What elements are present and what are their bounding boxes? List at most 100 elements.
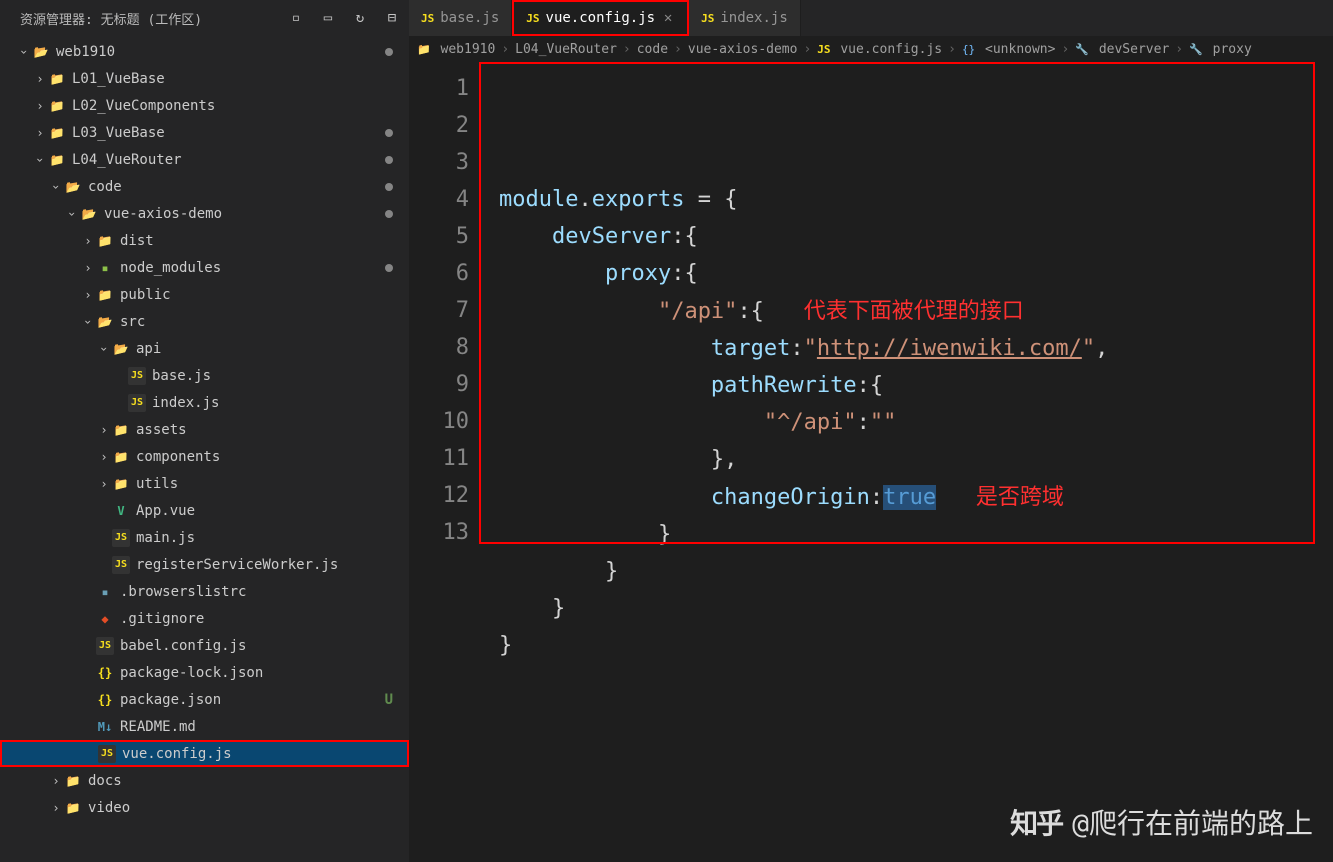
chevron-icon: ›: [50, 774, 62, 788]
tree-label: dist: [120, 233, 154, 249]
new-file-icon[interactable]: ▫: [287, 9, 305, 27]
tree-item-docs[interactable]: ›📁docs: [0, 767, 409, 794]
breadcrumb-item[interactable]: JS vue.config.js: [817, 42, 942, 57]
breadcrumb-item[interactable]: 📁 web1910: [417, 42, 495, 57]
code-content[interactable]: module.exports = { devServer:{ proxy:{ "…: [489, 62, 1333, 862]
root-icon: 📂: [32, 43, 50, 61]
tree-label: babel.config.js: [120, 638, 246, 654]
tree-item-main-js[interactable]: JSmain.js: [0, 524, 409, 551]
tree-item--browserslistrc[interactable]: ▪.browserslistrc: [0, 578, 409, 605]
chevron-icon: ›: [98, 477, 110, 491]
tree-item-public[interactable]: ›📁public: [0, 281, 409, 308]
code-line: }: [499, 553, 1333, 590]
tree-item-code[interactable]: ›📂code: [0, 173, 409, 200]
tree-item-api[interactable]: ›📂api: [0, 335, 409, 362]
line-number: 13: [409, 514, 469, 551]
breadcrumb-item[interactable]: L04_VueRouter: [515, 42, 617, 57]
tree-item-video[interactable]: ›📁video: [0, 794, 409, 821]
modified-dot-icon: [385, 129, 393, 137]
tree-item-registerserviceworker-js[interactable]: JSregisterServiceWorker.js: [0, 551, 409, 578]
tree-label: utils: [136, 476, 178, 492]
breadcrumb-item[interactable]: vue-axios-demo: [688, 42, 798, 57]
tree-item--gitignore[interactable]: ◆.gitignore: [0, 605, 409, 632]
modified-dot-icon: [385, 210, 393, 218]
tree-item-node-modules[interactable]: ›▪node_modules: [0, 254, 409, 281]
tree-item-package-lock-json[interactable]: {}package-lock.json: [0, 659, 409, 686]
folder-icon: 📁: [48, 70, 66, 88]
js-icon: JS: [817, 43, 830, 56]
tab-index-js[interactable]: JSindex.js: [689, 0, 801, 36]
breadcrumb-item[interactable]: 🔧 devServer: [1075, 42, 1169, 57]
breadcrumb-item[interactable]: code: [637, 42, 668, 57]
file-tree: ›📂web1910›📁L01_VueBase›📁L02_VueComponent…: [0, 36, 409, 862]
tree-label: package.json: [120, 692, 221, 708]
folder-icon: 📁: [417, 43, 431, 56]
tree-label: README.md: [120, 719, 196, 735]
chevron-icon: ›: [81, 316, 95, 328]
tree-item-base-js[interactable]: JSbase.js: [0, 362, 409, 389]
chevron-icon: ›: [82, 288, 94, 302]
tree-item-utils[interactable]: ›📁utils: [0, 470, 409, 497]
tree-item-readme-md[interactable]: M↓README.md: [0, 713, 409, 740]
chevron-icon: ›: [34, 126, 46, 140]
collapse-icon[interactable]: ⊟: [383, 9, 401, 27]
tree-label: L04_VueRouter: [72, 152, 182, 168]
js-icon: JS: [96, 637, 114, 655]
zhihu-logo-icon: 知乎: [1010, 802, 1062, 842]
new-folder-icon[interactable]: ▭: [319, 9, 337, 27]
tree-label: vue.config.js: [122, 746, 232, 762]
json-icon: {}: [96, 691, 114, 709]
tree-item-web1910[interactable]: ›📂web1910: [0, 38, 409, 65]
tree-item-dist[interactable]: ›📁dist: [0, 227, 409, 254]
chevron-right-icon: ›: [948, 42, 956, 57]
tree-item-l02-vuecomponents[interactable]: ›📁 L02_VueComponents: [0, 92, 409, 119]
chevron-right-icon: ›: [674, 42, 682, 57]
tree-label: L02_VueComponents: [72, 98, 215, 114]
tab-base-js[interactable]: JSbase.js: [409, 0, 512, 36]
breadcrumb-item[interactable]: {} <unknown>: [962, 42, 1056, 57]
tree-label: .gitignore: [120, 611, 204, 627]
watermark: 知乎 @爬行在前端的路上: [1010, 802, 1313, 842]
tree-item-index-js[interactable]: JSindex.js: [0, 389, 409, 416]
tree-item-l04-vuerouter[interactable]: ›📁L04_VueRouter: [0, 146, 409, 173]
explorer-title: 资源管理器: 无标题 (工作区): [20, 9, 202, 28]
tree-item-package-json[interactable]: {} package.json U: [0, 686, 409, 713]
wrench-icon: 🔧: [1189, 43, 1203, 56]
chevron-icon: ›: [49, 181, 63, 193]
close-icon[interactable]: ✕: [661, 10, 675, 26]
tree-item-components[interactable]: ›📁components: [0, 443, 409, 470]
tree-item-src[interactable]: ›📂src: [0, 308, 409, 335]
untracked-badge: U: [385, 692, 393, 708]
modified-dot-icon: [385, 156, 393, 164]
chevron-icon: ›: [98, 450, 110, 464]
chevron-icon: ›: [82, 234, 94, 248]
js-icon: JS: [526, 12, 539, 25]
folder-icon: 📁: [48, 97, 66, 115]
refresh-icon[interactable]: ↻: [351, 9, 369, 27]
breadcrumb-item[interactable]: 🔧 proxy: [1189, 42, 1252, 57]
js-icon: JS: [128, 394, 146, 412]
js-icon: JS: [98, 745, 116, 763]
chevron-icon: ›: [82, 261, 94, 275]
tree-label: web1910: [56, 44, 115, 60]
chevron-right-icon: ›: [623, 42, 631, 57]
modified-dot-icon: [385, 48, 393, 56]
tree-item-l01-vuebase[interactable]: ›📁L01_VueBase: [0, 65, 409, 92]
tree-item-babel-config-js[interactable]: JS babel.config.js: [0, 632, 409, 659]
folder-icon: 📁: [112, 421, 130, 439]
line-number: 8: [409, 329, 469, 366]
modified-dot-icon: [385, 183, 393, 191]
tree-label: src: [120, 314, 145, 330]
tree-item-assets[interactable]: ›📁assets: [0, 416, 409, 443]
tab-vue-config-js[interactable]: JSvue.config.js✕: [512, 0, 689, 36]
folder-green-icon: ▪: [96, 259, 114, 277]
tree-item-app-vue[interactable]: VApp.vue: [0, 497, 409, 524]
line-gutter: 12345678910111213: [409, 62, 489, 862]
chevron-icon: ›: [34, 99, 46, 113]
tree-item-vue-axios-demo[interactable]: ›📂vue-axios-demo: [0, 200, 409, 227]
folder-icon: 📁: [64, 799, 82, 817]
tree-item-vue-config-js[interactable]: JS vue.config.js: [0, 740, 409, 767]
tab-label: index.js: [720, 10, 787, 26]
tree-item-l03-vuebase[interactable]: ›📁L03_VueBase: [0, 119, 409, 146]
js-icon: JS: [421, 12, 434, 25]
